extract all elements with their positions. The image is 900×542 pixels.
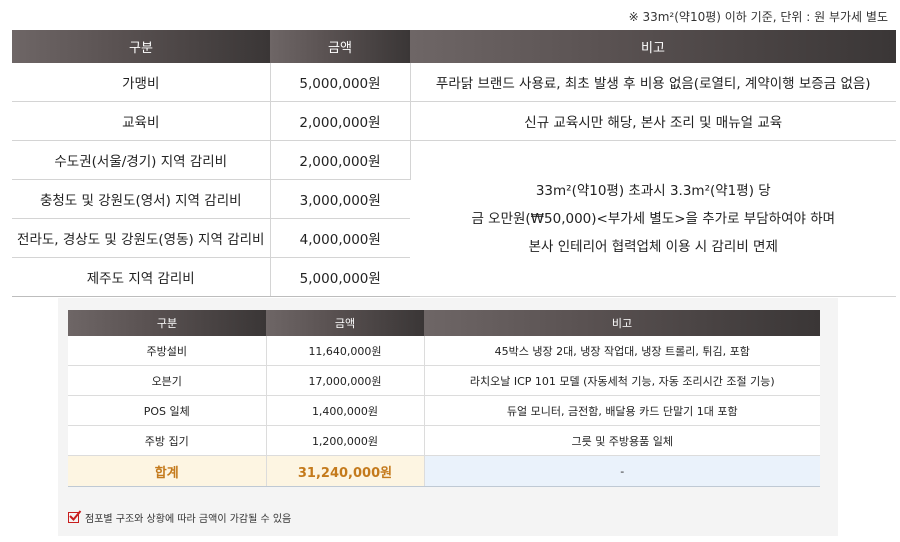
note-line: 본사 인테리어 협력업체 이용 시 감리비 면제: [528, 238, 778, 255]
row-label: 주방설비: [68, 336, 267, 366]
header-note: 비고: [424, 310, 820, 336]
header-category: 구분: [68, 310, 266, 336]
row-amount: 2,000,000원: [270, 140, 411, 180]
footnote-text: 점포별 구조와 상황에 따라 금액이 가감될 수 있음: [85, 514, 292, 525]
row-amount: 4,000,000원: [270, 218, 410, 258]
equipment-cost-table: 구분 금액 비고 주방설비 11,640,000원 45박스 냉장 2대, 냉장…: [68, 310, 820, 487]
total-amount: 31,240,000원: [266, 455, 425, 487]
row-label: 제주도 지역 감리비: [12, 257, 271, 297]
footnote: 점포별 구조와 상황에 따라 금액이 가감될 수 있음: [68, 510, 291, 525]
table-row: 가맹비 5,000,000원 푸라닭 브랜드 사용료, 최초 발생 후 비용 없…: [12, 63, 896, 102]
total-note: -: [424, 455, 820, 487]
row-note: 듀얼 모니터, 금전함, 배달용 카드 단말기 1대 포함: [424, 395, 820, 426]
row-amount: 1,200,000원: [266, 425, 425, 456]
row-amount: 11,640,000원: [266, 336, 425, 366]
row-amount: 1,400,000원: [266, 395, 425, 426]
row-label: 전라도, 경상도 및 강원도(영동) 지역 감리비: [12, 218, 271, 258]
table-header-row: 구분 금액 비고: [68, 310, 820, 336]
total-row: 합계 31,240,000원 -: [68, 455, 820, 487]
table-row: POS 일체 1,400,000원 듀얼 모니터, 금전함, 배달용 카드 단말…: [68, 395, 820, 426]
table-header-row: 구분 금액 비고: [12, 30, 896, 63]
header-category: 구분: [12, 30, 270, 63]
note-line: 금 오만원(₩50,000)<부가세 별도>을 추가로 부담하여야 하며: [471, 210, 836, 227]
row-note: 라치오날 ICP 101 모델 (자동세척 기능, 자동 조리시간 조절 기능): [424, 365, 820, 396]
row-amount: 17,000,000원: [266, 365, 425, 396]
table-row: 주방설비 11,640,000원 45박스 냉장 2대, 냉장 작업대, 냉장 …: [68, 336, 820, 366]
header-amount: 금액: [270, 30, 410, 63]
row-label: POS 일체: [68, 395, 267, 426]
row-amount: 3,000,000원: [270, 179, 410, 219]
table-row: 교육비 2,000,000원 신규 교육시만 해당, 본사 조리 및 매뉴얼 교…: [12, 101, 896, 141]
table-row: 오븐기 17,000,000원 라치오날 ICP 101 모델 (자동세척 기능…: [68, 365, 820, 396]
checkbox-icon: [68, 510, 82, 523]
supervision-fee-note: 33m²(약10평) 초과시 3.3m²(약1평) 당 금 오만원(₩50,00…: [410, 140, 896, 297]
row-note: 45박스 냉장 2대, 냉장 작업대, 냉장 트롤리, 튀김, 포함: [424, 336, 820, 366]
franchise-fee-table: 구분 금액 비고 가맹비 5,000,000원 푸라닭 브랜드 사용료, 최초 …: [12, 30, 896, 297]
row-amount: 5,000,000원: [270, 257, 410, 297]
row-note: 그릇 및 주방용품 일체: [424, 425, 820, 456]
header-note: 비고: [410, 30, 896, 63]
row-note: 푸라닭 브랜드 사용료, 최초 발생 후 비용 없음(로열티, 계약이행 보증금…: [410, 63, 896, 102]
unit-note: ※ 33m²(약10평) 이하 기준, 단위 : 원 부가세 별도: [628, 10, 888, 24]
row-amount: 2,000,000원: [270, 101, 411, 141]
table-row: 주방 집기 1,200,000원 그릇 및 주방용품 일체: [68, 425, 820, 456]
note-line: 33m²(약10평) 초과시 3.3m²(약1평) 당: [535, 182, 771, 199]
row-amount: 5,000,000원: [270, 63, 411, 102]
header-amount: 금액: [266, 310, 424, 336]
row-note: 신규 교육시만 해당, 본사 조리 및 매뉴얼 교육: [410, 101, 896, 141]
equipment-cost-box: 구분 금액 비고 주방설비 11,640,000원 45박스 냉장 2대, 냉장…: [58, 298, 838, 536]
row-label: 가맹비: [12, 63, 271, 102]
row-label: 충청도 및 강원도(영서) 지역 감리비: [12, 179, 271, 219]
row-label: 수도권(서울/경기) 지역 감리비: [12, 140, 271, 180]
row-label: 교육비: [12, 101, 271, 141]
row-label: 오븐기: [68, 365, 267, 396]
table-row: 수도권(서울/경기) 지역 감리비 2,000,000원 33m²(약10평) …: [12, 140, 896, 297]
row-label: 주방 집기: [68, 425, 267, 456]
total-label: 합계: [68, 455, 267, 487]
